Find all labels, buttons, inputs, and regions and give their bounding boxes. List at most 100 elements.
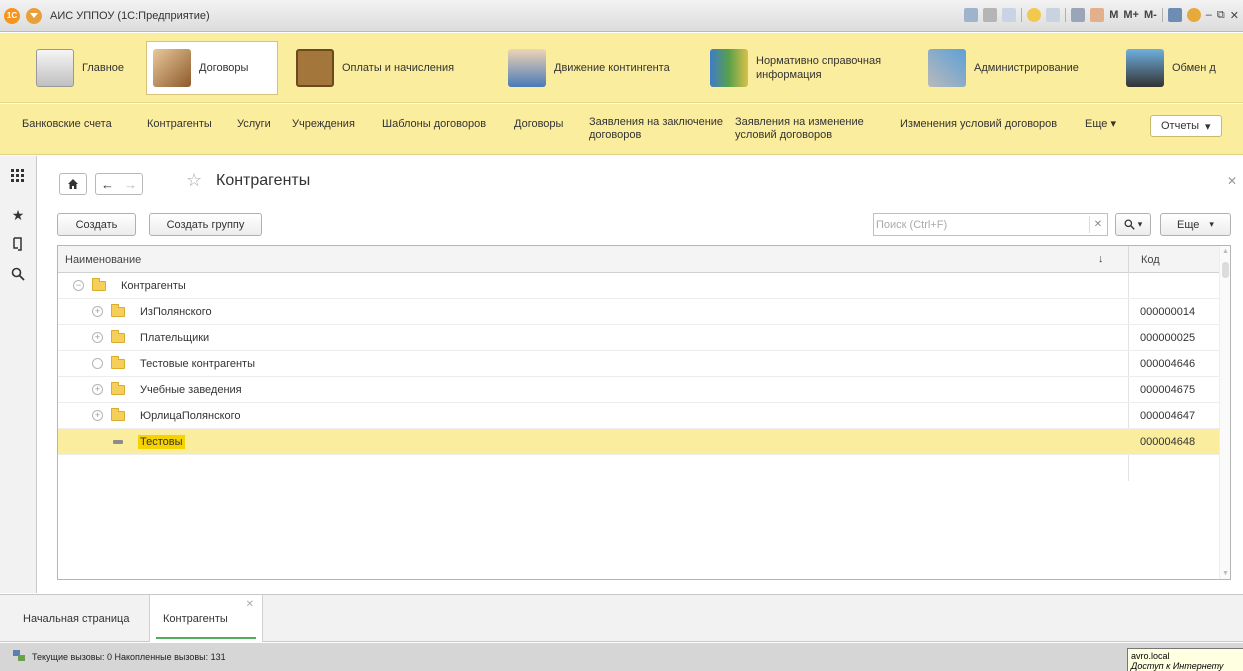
favorites-icon[interactable] [1027,8,1042,22]
nav-contract-changes[interactable]: Изменения условий договоров [900,118,1057,131]
history-icon[interactable] [10,237,26,253]
tab-close-icon[interactable]: ✕ [246,599,254,610]
status-bar: Текущие вызовы: 0 Накопленные вызовы: 13… [0,643,1243,671]
section-payments[interactable]: Оплаты и начисления [290,43,490,93]
section-label: Оплаты и начисления [342,62,455,74]
search-input[interactable] [874,214,1084,235]
tab-counterparties[interactable]: Контрагенты ✕ [149,595,263,642]
preview-icon[interactable] [1002,8,1017,22]
server-calls-text: Текущие вызовы: 0 Накопленные вызовы: 13… [32,652,226,662]
column-header-name[interactable]: Наименование [65,254,141,266]
row-name: ИзПолянского [140,306,212,318]
collapse-icon[interactable]: − [73,280,84,291]
row-name: Тестовые контрагенты [140,358,255,370]
row-name: Контрагенты [121,280,186,292]
all-functions-icon[interactable] [10,169,26,185]
home-button[interactable] [59,173,87,195]
nav-contract-applications[interactable]: Заявления на заключение договоров [589,116,724,142]
calendar-icon[interactable] [1090,8,1105,22]
empty-group-icon [92,358,103,369]
close-icon[interactable]: ✕ [1230,9,1239,22]
row-code: 000000025 [1140,332,1196,344]
more-actions-button[interactable]: Еще ▾ [1160,213,1231,236]
memory-plus-button[interactable]: M+ [1123,9,1139,21]
nav-institutions[interactable]: Учреждения [292,118,355,131]
expand-icon[interactable]: + [92,332,103,343]
main-menu-icon[interactable] [26,7,42,24]
save-icon[interactable] [964,8,979,22]
clear-search-icon[interactable]: ✕ [1089,216,1106,233]
nav-change-applications[interactable]: Заявления на изменение условий договоров [735,116,885,142]
nav-bank-accounts[interactable]: Банковские счета [22,118,112,131]
navigation-buttons: ← → [95,173,143,195]
folder-icon [111,356,125,369]
window-layout-icon[interactable] [1167,8,1182,22]
expand-icon[interactable]: + [92,384,103,395]
back-arrow-icon[interactable]: ← [101,177,114,192]
nav-contracts[interactable]: Договоры [514,118,563,131]
tab-home-page[interactable]: Начальная страница [14,595,146,642]
section-administration[interactable]: Администрирование [922,43,1112,93]
table-row[interactable]: + ИзПолянского 000000014 [58,299,1221,325]
server-calls-icon [13,650,25,661]
active-tab-indicator [156,637,256,639]
section-reference[interactable]: Нормативно справочная информация [704,43,914,93]
open-windows-panel: Начальная страница Контрагенты ✕ [0,594,1243,642]
row-code: 000004648 [1140,436,1196,448]
reports-button[interactable]: Отчеты ▾ [1150,115,1222,137]
table-row[interactable]: + Учебные заведения 000004675 [58,377,1221,403]
folder-icon [92,278,106,291]
vertical-scrollbar[interactable]: ▲ ▼ [1219,246,1230,579]
nav-contract-templates[interactable]: Шаблоны договоров [382,118,486,131]
expand-icon[interactable]: + [92,306,103,317]
favorites-star-icon[interactable]: ★ [10,207,26,223]
search-icon[interactable] [10,267,26,283]
restore-icon[interactable]: ⧉ [1217,9,1225,22]
row-code: 000004646 [1140,358,1196,370]
nav-services[interactable]: Услуги [237,118,271,131]
section-label: Главное [82,62,125,74]
section-contracts[interactable]: Договоры [146,41,278,95]
memory-minus-button[interactable]: M- [1144,9,1157,21]
table-row-selected[interactable]: Тестовы 000004648 [58,429,1221,455]
table-row[interactable]: − Контрагенты [58,273,1221,299]
scroll-thumb[interactable] [1222,262,1229,278]
tab-label: Контрагенты [163,612,228,625]
table-row[interactable]: + Плательщики 000000025 [58,325,1221,351]
nav-counterparties[interactable]: Контрагенты [147,118,212,131]
section-exchange[interactable]: Обмен д [1120,43,1243,93]
search-field: ✕ [873,213,1108,236]
row-name: ЮрлицаПолянского [140,410,241,422]
row-name: Плательщики [140,332,210,344]
search-options-button[interactable]: ▾ [1115,213,1151,236]
contract-signing-icon [153,49,191,87]
info-icon[interactable] [1186,8,1201,22]
scroll-down-icon[interactable]: ▼ [1222,570,1229,577]
add-to-favorites-icon[interactable]: ☆ [186,170,202,191]
forward-arrow-icon[interactable]: → [124,177,137,192]
calculator-icon[interactable] [1071,8,1086,22]
1c-logo-icon[interactable]: 1С [4,7,20,24]
form-close-icon[interactable]: ✕ [1227,174,1237,188]
counterparties-table[interactable]: Наименование ↓ Код − Контрагенты + ИзПол… [57,245,1231,580]
memory-m-button[interactable]: M [1109,9,1118,21]
item-icon [113,440,123,444]
scroll-up-icon[interactable]: ▲ [1222,248,1229,255]
sections-panel: Главное Договоры Оплаты и начисления Дви… [0,33,1243,103]
section-contingent[interactable]: Движение контингента [502,43,702,93]
link-icon[interactable] [1046,8,1061,22]
nav-more-button[interactable]: Еще ▾ [1085,118,1116,131]
expand-icon[interactable]: + [92,410,103,421]
table-row[interactable]: Тестовые контрагенты 000004646 [58,351,1221,377]
folder-icon [111,330,125,343]
section-main[interactable]: Главное [30,43,142,93]
print-icon[interactable] [983,8,998,22]
create-button[interactable]: Создать [57,213,136,236]
minimize-icon[interactable]: – [1206,9,1212,21]
table-row[interactable]: + ЮрлицаПолянского 000004647 [58,403,1221,429]
tooltip-host: avro.local [1131,651,1170,661]
home-section-icon [36,49,74,87]
network-tooltip: avro.local Доступ к Интернету [1127,648,1243,671]
column-header-code[interactable]: Код [1128,246,1221,273]
create-group-button[interactable]: Создать группу [149,213,262,236]
